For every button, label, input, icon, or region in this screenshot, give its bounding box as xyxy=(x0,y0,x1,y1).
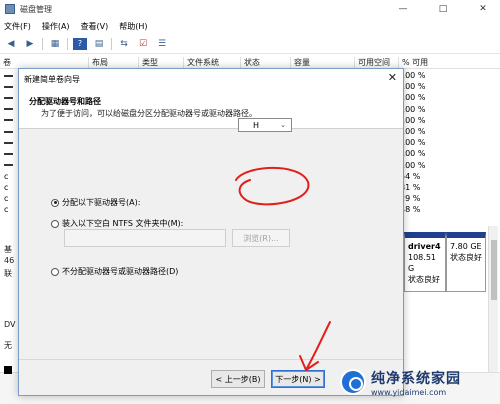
radio-assign-letter[interactable] xyxy=(51,198,59,207)
percent-free-cell: 100 % xyxy=(400,82,426,92)
partition-unnamed[interactable]: 7.80 GE 状态良好 xyxy=(446,232,486,292)
percent-free-cell: 29 % xyxy=(400,194,421,204)
percent-free-cell: 100 % xyxy=(400,93,426,103)
console-tree-icon[interactable]: ▦ xyxy=(48,38,62,50)
percent-free-cell: 48 % xyxy=(400,205,421,215)
percent-free-cell: 54 % xyxy=(400,171,421,181)
menu-action[interactable]: 操作(A) xyxy=(42,21,70,32)
option-no-letter[interactable]: 不分配驱动器号或驱动器路径(D) xyxy=(51,266,178,277)
partition-status: 状态良好 xyxy=(408,275,440,284)
table-row[interactable] xyxy=(0,81,18,92)
minimize-button[interactable]: — xyxy=(388,0,418,18)
site-watermark: 纯净系统家园 www.yidaimei.com xyxy=(340,362,498,402)
title-bar: 磁盘管理 — □ ✕ xyxy=(0,0,500,18)
forward-arrow-icon[interactable]: ▶ xyxy=(23,38,37,50)
drive-letter-value: H xyxy=(253,120,260,130)
back-arrow-icon[interactable]: ◀ xyxy=(4,38,18,50)
wizard-title-bar: 新建简单卷向导 ✕ xyxy=(19,69,403,89)
table-row[interactable]: c xyxy=(0,193,18,204)
next-button[interactable]: 下一步(N) > xyxy=(271,370,325,388)
menu-file[interactable]: 文件(F) xyxy=(4,21,31,32)
scrollbar-thumb[interactable] xyxy=(491,240,497,300)
wizard-close-button[interactable]: ✕ xyxy=(388,71,397,84)
partition-size: 7.80 GE xyxy=(450,242,482,251)
option-no-letter-label: 不分配驱动器号或驱动器路径(D) xyxy=(62,267,179,276)
watermark-logo-icon xyxy=(340,369,366,395)
option-assign-letter-label: 分配以下驱动器号(A): xyxy=(62,198,141,207)
partition-size: 108.51 G xyxy=(408,253,436,273)
chevron-down-icon: ⌄ xyxy=(280,121,286,129)
check-icon[interactable]: ☑ xyxy=(136,38,150,50)
table-row[interactable] xyxy=(0,148,18,159)
option-assign-letter[interactable]: 分配以下驱动器号(A): xyxy=(51,197,140,208)
menu-help[interactable]: 帮助(H) xyxy=(119,21,147,32)
drive-letter-select[interactable]: H ⌄ xyxy=(238,118,292,132)
partition-status: 状态良好 xyxy=(450,253,482,262)
col-volume[interactable]: 卷 xyxy=(0,57,11,69)
maximize-button[interactable]: □ xyxy=(428,0,458,18)
browse-button[interactable]: 浏览(R)... xyxy=(232,229,290,247)
table-row[interactable] xyxy=(0,137,18,148)
toolbar: ◀ ▶ ▦ ? ▤ ⇆ ☑ ☰ xyxy=(0,34,500,54)
radio-mount-folder[interactable] xyxy=(51,219,59,228)
percent-free-cell: 100 % xyxy=(400,138,426,148)
table-row[interactable] xyxy=(0,160,18,171)
watermark-text: 纯净系统家园 www.yidaimei.com xyxy=(371,368,461,397)
percent-free-cell: 81 % xyxy=(400,182,421,192)
dvd-no-media-label: 无 xyxy=(4,341,12,350)
table-row[interactable]: c xyxy=(0,171,18,182)
list-icon[interactable]: ☰ xyxy=(155,38,169,50)
volume-row-markers: c c c c xyxy=(0,70,18,215)
percent-free-cell: 100 % xyxy=(400,104,426,114)
menu-bar: 文件(F) 操作(A) 查看(V) 帮助(H) xyxy=(0,18,500,34)
watermark-name: 纯净系统家园 xyxy=(371,370,461,387)
dvd-drive-label: DV xyxy=(4,320,16,329)
disk-type-label: 基 xyxy=(4,245,12,254)
percent-free-cell: 100 % xyxy=(400,149,426,159)
partition-driver4[interactable]: driver4 108.51 G 状态良好 xyxy=(404,232,446,292)
close-button[interactable]: ✕ xyxy=(468,0,498,18)
graphical-view-scrollbar[interactable] xyxy=(488,226,498,378)
watermark-url: www.yidaimei.com xyxy=(371,387,447,397)
menu-view[interactable]: 查看(V) xyxy=(81,21,109,32)
help-icon[interactable]: ? xyxy=(73,37,87,50)
table-row[interactable] xyxy=(0,126,18,137)
table-row[interactable] xyxy=(0,92,18,103)
table-row[interactable] xyxy=(0,70,18,81)
wizard-heading: 分配驱动器号和路径 xyxy=(29,97,101,106)
disk-management-icon xyxy=(5,4,15,14)
toolbar-separator xyxy=(67,37,68,50)
connect-icon[interactable]: ⇆ xyxy=(117,38,131,50)
table-row[interactable] xyxy=(0,115,18,126)
partition-name: driver4 xyxy=(408,242,441,251)
table-row[interactable]: c xyxy=(0,204,18,215)
mount-folder-path-input[interactable] xyxy=(64,229,226,247)
disk-size-label: 46 xyxy=(4,256,15,265)
percent-free-cell: 100 % xyxy=(400,126,426,136)
window-title: 磁盘管理 xyxy=(20,4,52,14)
disk-online-label: 联 xyxy=(4,269,12,278)
percent-free-cell: 100 % xyxy=(400,71,426,80)
percent-free-column: 100 % 100 % 100 % 100 % 100 % 100 % 100 … xyxy=(400,70,490,215)
wizard-header: 分配驱动器号和路径 为了便于访问，可以给磁盘分区分配驱动器号或驱动器路径。 xyxy=(19,89,403,129)
wizard-title: 新建简单卷向导 xyxy=(24,74,80,84)
option-mount-folder[interactable]: 装入以下空白 NTFS 文件夹中(M): xyxy=(51,218,183,229)
percent-free-cell: 100 % xyxy=(400,160,426,170)
toolbar-separator xyxy=(111,37,112,50)
table-row[interactable] xyxy=(0,104,18,115)
properties-icon[interactable]: ▤ xyxy=(92,38,106,50)
back-button[interactable]: < 上一步(B) xyxy=(211,370,265,388)
option-mount-folder-label: 装入以下空白 NTFS 文件夹中(M): xyxy=(62,219,184,228)
legend-unallocated-swatch xyxy=(4,366,12,374)
wizard-subheading: 为了便于访问，可以给磁盘分区分配驱动器号或驱动器路径。 xyxy=(41,109,257,118)
table-row[interactable]: c xyxy=(0,182,18,193)
radio-no-letter[interactable] xyxy=(51,267,59,276)
percent-free-cell: 100 % xyxy=(400,115,426,125)
toolbar-separator xyxy=(42,37,43,50)
